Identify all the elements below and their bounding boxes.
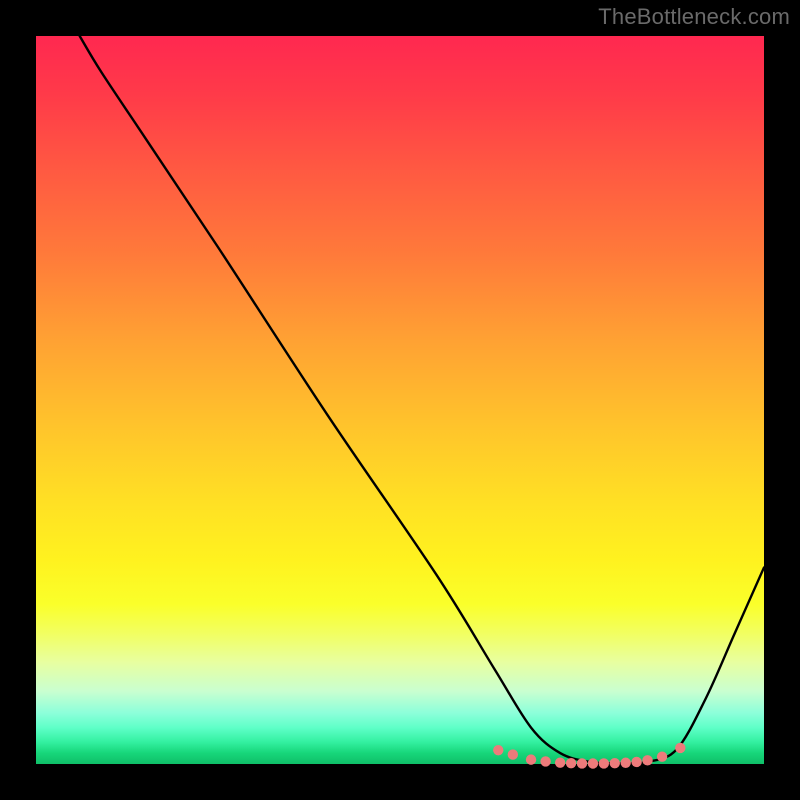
marker-dot: [566, 758, 576, 768]
marker-dot: [526, 754, 536, 764]
marker-dot: [508, 749, 518, 759]
marker-dot: [631, 757, 641, 767]
marker-dot: [540, 756, 550, 766]
bottleneck-curve: [80, 36, 764, 763]
marker-dot: [588, 758, 598, 768]
recommended-range-dots: [493, 743, 685, 769]
marker-dot: [599, 758, 609, 768]
marker-dot: [577, 758, 587, 768]
plot-area: [36, 36, 764, 764]
marker-dot: [642, 755, 652, 765]
marker-dot: [657, 752, 667, 762]
attribution-label: TheBottleneck.com: [598, 4, 790, 30]
marker-dot: [675, 743, 685, 753]
marker-dot: [620, 758, 630, 768]
marker-dot: [610, 758, 620, 768]
chart-frame: TheBottleneck.com: [0, 0, 800, 800]
bottleneck-curve-svg: [36, 36, 764, 764]
marker-dot: [555, 757, 565, 767]
marker-dot: [493, 745, 503, 755]
